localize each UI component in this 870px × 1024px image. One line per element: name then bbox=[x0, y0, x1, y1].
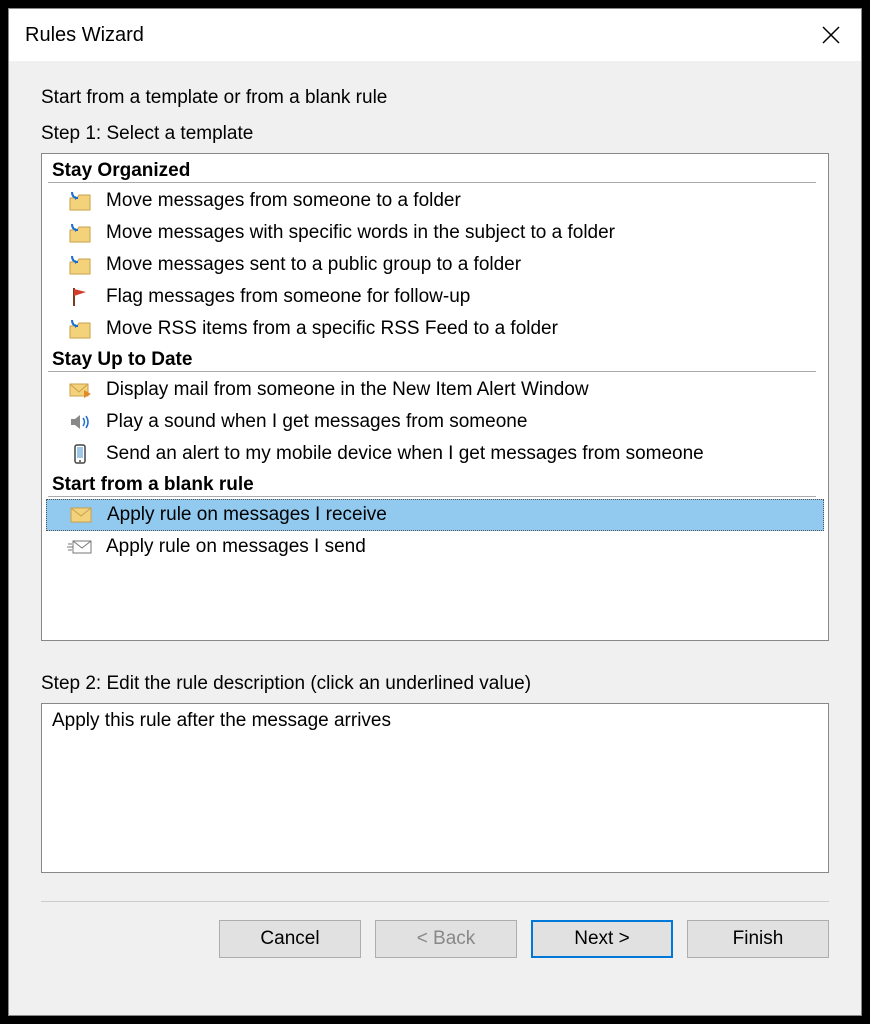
step2-label: Step 2: Edit the rule description (click… bbox=[41, 673, 829, 695]
template-label: Flag messages from someone for follow-up bbox=[106, 286, 470, 308]
template-new-item-alert[interactable]: Display mail from someone in the New Ite… bbox=[46, 374, 824, 406]
group-stay-up-to-date: Stay Up to Date bbox=[48, 347, 816, 372]
prompt-text: Start from a template or from a blank ru… bbox=[41, 87, 829, 109]
template-label: Send an alert to my mobile device when I… bbox=[106, 443, 704, 465]
step1-label: Step 1: Select a template bbox=[41, 123, 829, 145]
template-listbox[interactable]: Stay Organized Move messages from someon… bbox=[41, 153, 829, 641]
template-mobile-alert[interactable]: Send an alert to my mobile device when I… bbox=[46, 438, 824, 470]
mail-send-icon bbox=[66, 535, 94, 559]
next-button[interactable]: Next > bbox=[531, 920, 673, 958]
group-stay-organized: Stay Organized bbox=[48, 158, 816, 183]
template-move-specific-words[interactable]: Move messages with specific words in the… bbox=[46, 217, 824, 249]
close-icon bbox=[822, 26, 840, 44]
flag-icon bbox=[66, 285, 94, 309]
mobile-icon bbox=[66, 442, 94, 466]
template-label: Display mail from someone in the New Ite… bbox=[106, 379, 589, 401]
template-move-public-group[interactable]: Move messages sent to a public group to … bbox=[46, 249, 824, 281]
titlebar: Rules Wizard bbox=[9, 9, 861, 61]
folder-move-icon bbox=[66, 221, 94, 245]
button-row: Cancel < Back Next > Finish bbox=[41, 902, 829, 980]
rule-description-box[interactable]: Apply this rule after the message arrive… bbox=[41, 703, 829, 873]
template-label: Move messages from someone to a folder bbox=[106, 190, 461, 212]
template-apply-send[interactable]: Apply rule on messages I send bbox=[46, 531, 824, 563]
folder-move-icon bbox=[66, 189, 94, 213]
group-blank-rule: Start from a blank rule bbox=[48, 472, 816, 497]
template-label: Move RSS items from a specific RSS Feed … bbox=[106, 318, 558, 340]
template-play-sound[interactable]: Play a sound when I get messages from so… bbox=[46, 406, 824, 438]
rules-wizard-dialog: Rules Wizard Start from a template or fr… bbox=[8, 8, 862, 1016]
cancel-button[interactable]: Cancel bbox=[219, 920, 361, 958]
folder-move-icon bbox=[66, 253, 94, 277]
sound-icon bbox=[66, 410, 94, 434]
template-label: Move messages with specific words in the… bbox=[106, 222, 615, 244]
template-move-rss[interactable]: Move RSS items from a specific RSS Feed … bbox=[46, 313, 824, 345]
mail-alert-icon bbox=[66, 378, 94, 402]
window-title: Rules Wizard bbox=[25, 24, 144, 47]
finish-button[interactable]: Finish bbox=[687, 920, 829, 958]
template-apply-receive[interactable]: Apply rule on messages I receive bbox=[46, 499, 824, 531]
template-label: Play a sound when I get messages from so… bbox=[106, 411, 527, 433]
folder-move-icon bbox=[66, 317, 94, 341]
template-label: Apply rule on messages I send bbox=[106, 536, 366, 558]
mail-receive-icon bbox=[67, 503, 95, 527]
template-flag-followup[interactable]: Flag messages from someone for follow-up bbox=[46, 281, 824, 313]
rule-description-text: Apply this rule after the message arrive… bbox=[52, 710, 391, 731]
template-label: Move messages sent to a public group to … bbox=[106, 254, 521, 276]
template-move-from-someone[interactable]: Move messages from someone to a folder bbox=[46, 185, 824, 217]
close-button[interactable] bbox=[801, 9, 861, 61]
back-button[interactable]: < Back bbox=[375, 920, 517, 958]
template-label: Apply rule on messages I receive bbox=[107, 504, 387, 526]
